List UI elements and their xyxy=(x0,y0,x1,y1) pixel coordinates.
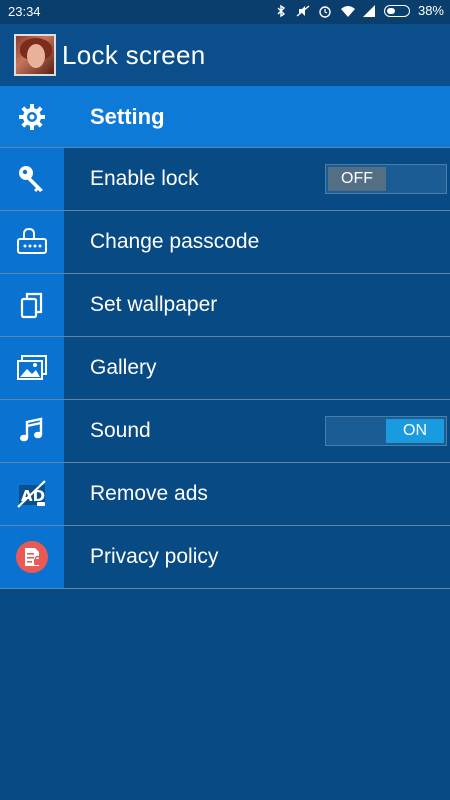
bluetooth-icon xyxy=(274,4,288,18)
menu-item-label: Enable lock xyxy=(90,167,199,190)
key-icon xyxy=(0,148,64,210)
gear-icon xyxy=(0,86,64,147)
menu-item-set-wallpaper[interactable]: Set wallpaper xyxy=(0,274,450,337)
privacy-document-icon xyxy=(0,526,64,588)
menu-item-change-passcode[interactable]: Change passcode xyxy=(0,211,450,274)
menu-item-gallery[interactable]: Gallery xyxy=(0,337,450,400)
alarm-icon xyxy=(318,4,332,18)
copy-icon xyxy=(0,274,64,336)
menu-item-label: Remove ads xyxy=(90,482,208,505)
app-bar: Lock screen xyxy=(0,24,450,86)
page-title: Lock screen xyxy=(62,39,206,70)
status-time: 23:34 xyxy=(8,4,41,19)
settings-menu: Setting Enable lock OFF Change passcode … xyxy=(0,86,450,589)
battery-icon xyxy=(383,4,410,17)
passcode-lock-icon xyxy=(0,211,64,273)
music-note-icon xyxy=(0,400,64,462)
menu-item-enable-lock[interactable]: Enable lock OFF xyxy=(0,148,450,211)
gallery-icon xyxy=(0,337,64,399)
menu-item-sound[interactable]: Sound ON xyxy=(0,400,450,463)
menu-item-label: Sound xyxy=(90,419,151,442)
menu-item-label: Change passcode xyxy=(90,230,260,253)
enable-lock-toggle[interactable]: OFF xyxy=(325,164,447,194)
sound-toggle[interactable]: ON xyxy=(325,416,447,446)
menu-item-remove-ads[interactable]: AD Remove ads xyxy=(0,463,450,526)
menu-item-privacy-policy[interactable]: Privacy policy xyxy=(0,526,450,589)
signal-icon xyxy=(362,4,376,18)
menu-item-label: Set wallpaper xyxy=(90,293,218,316)
wifi-icon xyxy=(340,4,355,18)
menu-item-label: Privacy policy xyxy=(90,545,219,568)
toggle-state: OFF xyxy=(328,167,386,191)
battery-percent: 38% xyxy=(417,3,444,18)
mute-icon xyxy=(296,4,310,18)
settings-header: Setting xyxy=(0,86,450,148)
status-bar: 23:34 38% xyxy=(0,0,450,24)
no-ads-icon: AD xyxy=(0,463,64,525)
settings-header-label: Setting xyxy=(90,103,165,129)
avatar xyxy=(14,34,56,76)
status-icons: 38% xyxy=(274,3,444,18)
toggle-state: ON xyxy=(386,419,444,443)
menu-item-label: Gallery xyxy=(90,356,157,379)
